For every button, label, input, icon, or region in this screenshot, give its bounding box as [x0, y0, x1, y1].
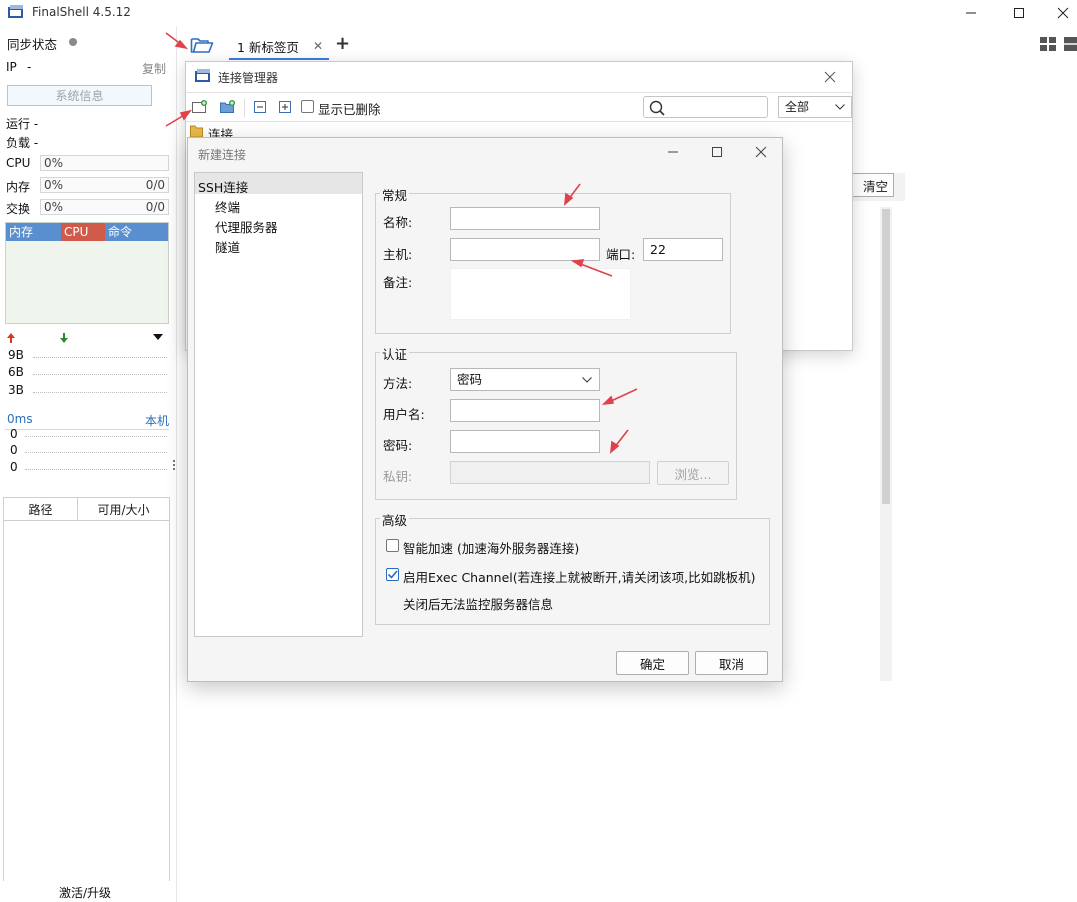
annotation-arrow-icon — [165, 32, 189, 50]
annotation-arrow-icon — [564, 183, 581, 206]
annotation-arrows — [165, 32, 638, 454]
annotation-arrow-icon — [601, 388, 638, 406]
annotation-arrow-icon — [610, 429, 629, 454]
annotation-arrow-icon — [570, 259, 613, 277]
annotation-arrow-icon — [165, 109, 192, 127]
